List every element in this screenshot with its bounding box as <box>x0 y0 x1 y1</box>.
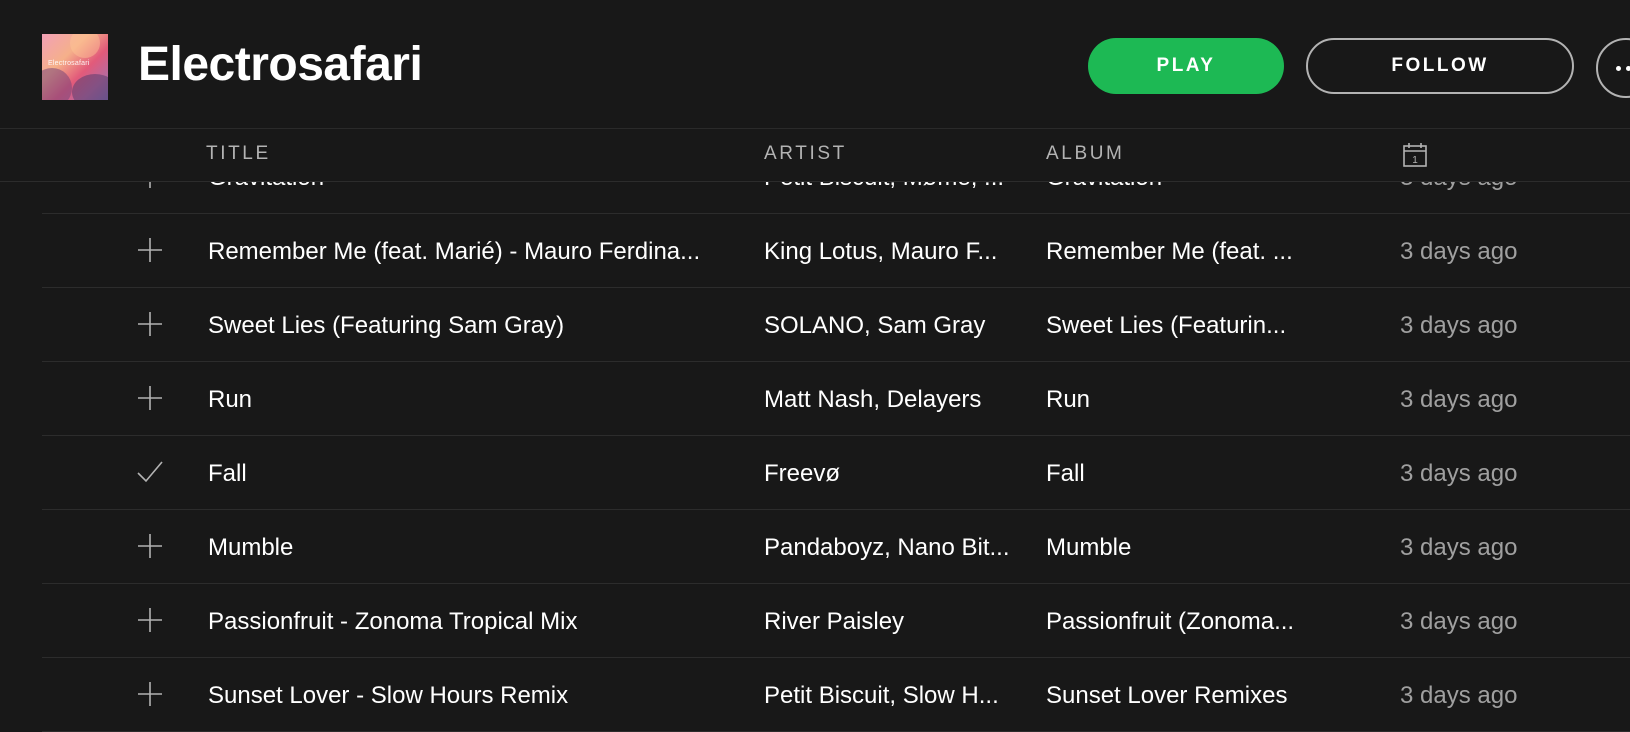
play-button[interactable]: PLAY <box>1088 38 1284 94</box>
track-row[interactable]: Sweet Lies (Featuring Sam Gray) SOLANO, … <box>42 288 1630 362</box>
track-album[interactable]: Sweet Lies (Featurin... <box>1046 312 1316 341</box>
track-artist[interactable]: King Lotus, Mauro F... <box>764 238 1026 267</box>
more-dot-icon <box>1626 65 1630 71</box>
track-date-added: 3 days ago <box>1400 608 1518 635</box>
add-track-icon[interactable] <box>136 236 164 264</box>
more-options-button[interactable] <box>1596 38 1630 98</box>
track-date-added: 3 days ago <box>1400 534 1518 561</box>
track-row[interactable]: Remember Me (feat. Marié) - Mauro Ferdin… <box>42 214 1630 288</box>
track-date-added: 3 days ago <box>1400 682 1518 709</box>
cover-shape <box>42 68 72 100</box>
track-title[interactable]: Fall <box>208 460 748 489</box>
track-title[interactable]: Mumble <box>208 534 748 563</box>
add-track-icon[interactable] <box>136 680 164 708</box>
playlist-title: Electrosafari <box>138 38 423 91</box>
playlist-header: Electrosafari Electrosafari PLAY FOLLOW <box>0 0 1630 129</box>
track-artist[interactable]: SOLANO, Sam Gray <box>764 312 1026 341</box>
track-date-added: 3 days ago <box>1400 312 1518 339</box>
follow-button[interactable]: FOLLOW <box>1306 38 1574 94</box>
column-artist[interactable]: ARTIST <box>764 143 847 165</box>
track-album[interactable]: Passionfruit (Zonoma... <box>1046 608 1316 637</box>
track-artist[interactable]: Pandaboyz, Nano Bit... <box>764 534 1026 563</box>
add-track-icon[interactable] <box>136 606 164 634</box>
track-album[interactable]: Mumble <box>1046 534 1316 563</box>
track-album[interactable]: Remember Me (feat. ... <box>1046 238 1316 267</box>
track-row[interactable]: Passionfruit - Zonoma Tropical Mix River… <box>42 584 1630 658</box>
track-album[interactable]: Fall <box>1046 460 1316 489</box>
svg-text:1: 1 <box>1412 155 1418 166</box>
add-track-icon[interactable] <box>136 532 164 560</box>
track-album[interactable]: Run <box>1046 386 1316 415</box>
track-row[interactable]: Run Matt Nash, Delayers Run 3 days ago <box>42 362 1630 436</box>
track-artist[interactable]: River Paisley <box>764 608 1026 637</box>
track-title[interactable]: Remember Me (feat. Marié) - Mauro Ferdin… <box>208 238 748 267</box>
saved-check-icon[interactable] <box>136 458 164 486</box>
tracklist-column-header: TITLE ARTIST ALBUM 1 <box>0 129 1630 182</box>
track-title[interactable]: Passionfruit - Zonoma Tropical Mix <box>208 608 748 637</box>
playlist-cover-image[interactable]: Electrosafari <box>42 34 108 100</box>
track-artist[interactable]: Freevø <box>764 460 1026 489</box>
track-artist[interactable]: Matt Nash, Delayers <box>764 386 1026 415</box>
track-title[interactable]: Sweet Lies (Featuring Sam Gray) <box>208 312 748 341</box>
track-title[interactable]: Sunset Lover - Slow Hours Remix <box>208 682 748 711</box>
track-album[interactable]: Sunset Lover Remixes <box>1046 682 1316 711</box>
add-track-icon[interactable] <box>136 310 164 338</box>
track-date-added: 3 days ago <box>1400 386 1518 413</box>
cover-shape <box>70 34 100 58</box>
track-artist[interactable]: Petit Biscuit, Slow H... <box>764 682 1026 711</box>
track-title[interactable]: Run <box>208 386 748 415</box>
more-dot-icon <box>1616 65 1621 71</box>
cover-text: Electrosafari <box>48 60 90 67</box>
add-track-icon[interactable] <box>136 384 164 412</box>
column-title[interactable]: TITLE <box>206 143 271 165</box>
calendar-icon[interactable]: 1 <box>1402 142 1428 168</box>
track-row[interactable]: Sunset Lover - Slow Hours Remix Petit Bi… <box>42 658 1630 732</box>
track-date-added: 3 days ago <box>1400 238 1518 265</box>
track-date-added: 3 days ago <box>1400 460 1518 487</box>
cover-shape <box>72 74 108 100</box>
column-album[interactable]: ALBUM <box>1046 143 1124 165</box>
track-row[interactable]: Mumble Pandaboyz, Nano Bit... Mumble 3 d… <box>42 510 1630 584</box>
track-row[interactable]: Fall Freevø Fall 3 days ago <box>42 436 1630 510</box>
